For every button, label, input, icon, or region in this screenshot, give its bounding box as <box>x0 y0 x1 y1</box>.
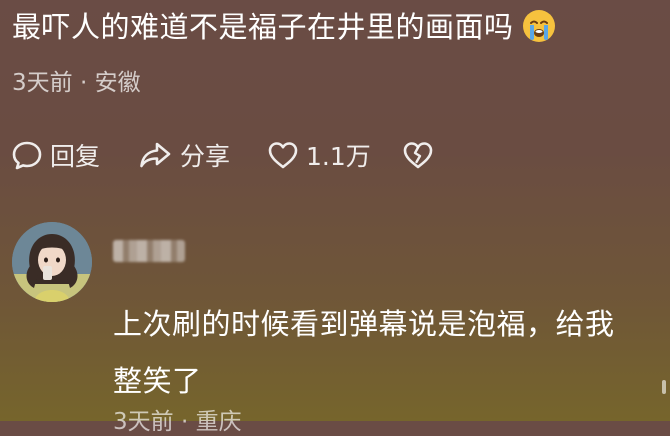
avatar-image <box>12 222 92 302</box>
scroll-indicator <box>662 380 666 394</box>
reply-comment-meta: 3天前 · 重庆 <box>113 409 242 435</box>
dislike-button[interactable] <box>401 138 435 172</box>
heart-icon <box>268 142 298 169</box>
chat-bubble-icon <box>12 141 42 170</box>
reply-comment-text: 上次刷的时候看到弹幕说是泡福，给我整笑了 <box>113 307 615 398</box>
share-label: 分享 <box>180 142 231 171</box>
comment-meta: 3天前 · 安徽 <box>12 70 141 96</box>
reply-label: 回复 <box>50 142 101 171</box>
share-button[interactable]: 分享 <box>136 137 230 173</box>
crying-face-icon <box>522 10 555 42</box>
reply-button[interactable]: 回复 <box>10 137 100 173</box>
broken-heart-icon <box>403 142 433 169</box>
like-count: 1.1万 <box>306 142 371 171</box>
like-button[interactable]: 1.1万 <box>266 137 371 173</box>
username-obscured[interactable] <box>113 240 185 262</box>
comment-text-content: 最吓人的难道不是福子在井里的画面吗 <box>12 10 514 44</box>
comment-action-bar: 回复 分享 1.1万 <box>10 135 471 175</box>
avatar[interactable] <box>12 222 92 302</box>
share-arrow-icon <box>140 142 171 168</box>
comment-text: 最吓人的难道不是福子在井里的画面吗 <box>12 8 556 46</box>
